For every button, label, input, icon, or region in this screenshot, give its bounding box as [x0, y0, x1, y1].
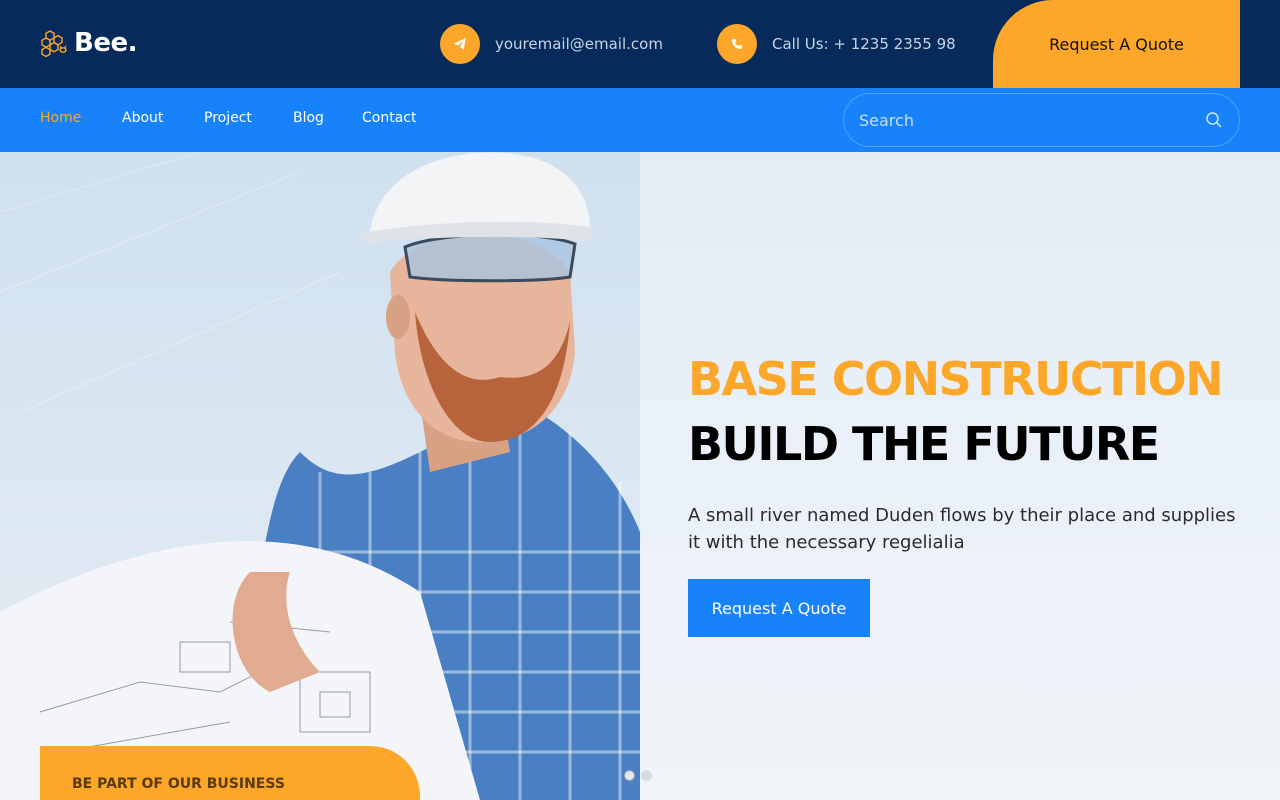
- slider-dot-2[interactable]: [641, 770, 652, 781]
- contact-email[interactable]: youremail@email.com: [440, 24, 663, 64]
- business-banner: BE PART OF OUR BUSINESS: [40, 746, 420, 800]
- business-banner-label: BE PART OF OUR BUSINESS: [72, 776, 285, 792]
- nav-item-project[interactable]: Project: [204, 110, 252, 126]
- hero-title-line2: BUILD THE FUTURE: [688, 417, 1160, 471]
- request-quote-header-button[interactable]: Request A Quote: [993, 0, 1240, 88]
- nav-item-home[interactable]: Home: [40, 110, 81, 126]
- honeycomb-bee-icon: [41, 30, 67, 58]
- nav-item-about[interactable]: About: [122, 110, 163, 126]
- top-bar: Bee. youremail@email.com Call Us: + 1235…: [0, 0, 1280, 88]
- contact-phone-text: Call Us: + 1235 2355 98: [772, 35, 956, 53]
- brand-name: Bee.: [74, 28, 137, 58]
- engineer-illustration: [0, 152, 640, 800]
- contact-email-text: youremail@email.com: [495, 35, 663, 53]
- slider-dots: [624, 770, 652, 781]
- nav-item-blog[interactable]: Blog: [293, 110, 324, 126]
- search-input[interactable]: [859, 94, 1189, 146]
- phone-icon: [717, 24, 757, 64]
- telegram-plane-icon: [440, 24, 480, 64]
- search-box: [843, 93, 1240, 147]
- hero-slider: BASE CONSTRUCTION BUILD THE FUTURE A sma…: [0, 152, 1280, 800]
- hero-photo: [0, 152, 640, 800]
- hero-text-panel: [640, 152, 1280, 800]
- contact-phone[interactable]: Call Us: + 1235 2355 98: [717, 24, 956, 64]
- hero-title-line1: BASE CONSTRUCTION: [688, 352, 1224, 406]
- hero-description: A small river named Duden flows by their…: [688, 505, 1236, 553]
- request-quote-hero-button[interactable]: Request A Quote: [688, 579, 870, 637]
- brand-logo[interactable]: Bee.: [40, 28, 137, 58]
- search-icon[interactable]: [1205, 111, 1223, 129]
- main-nav: Home About Project Blog Contact: [0, 88, 1280, 152]
- nav-item-contact[interactable]: Contact: [362, 110, 416, 126]
- slider-dot-1[interactable]: [624, 770, 635, 781]
